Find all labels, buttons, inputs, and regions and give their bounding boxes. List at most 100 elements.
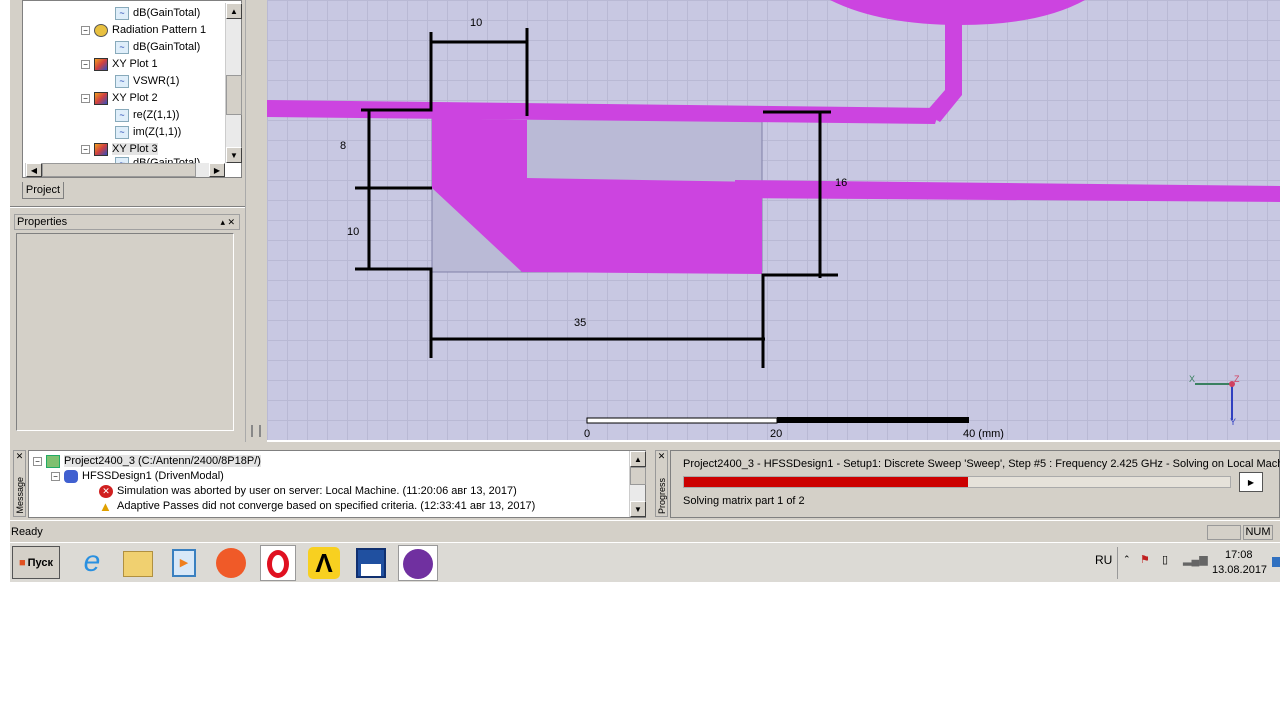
stop-button[interactable]: ▶ <box>1239 472 1263 492</box>
file-explorer-icon[interactable] <box>123 551 153 577</box>
project-tree[interactable]: ~ dB(GainTotal) − Radiation Pattern 1 ~ dB(… <box>22 0 242 178</box>
trace-icon: ~ <box>115 40 129 54</box>
model-drawing <box>267 0 1280 424</box>
xy-plot-icon <box>94 142 108 156</box>
scroll-down-button[interactable]: ▼ <box>630 501 646 517</box>
xy-plot-icon <box>94 57 108 71</box>
save-app-icon[interactable] <box>356 548 386 578</box>
media-center-icon[interactable] <box>216 548 246 578</box>
tree-item[interactable]: ~ dB(GainTotal) <box>115 39 200 55</box>
close-icon[interactable]: ✕ <box>656 451 667 462</box>
xy-plot-icon <box>94 91 108 105</box>
message-scrollbar[interactable]: ▲ ▼ <box>629 451 646 517</box>
tab-project[interactable]: Project <box>22 182 64 199</box>
hfss-taskbar-button[interactable] <box>398 545 438 581</box>
progress-title: Project2400_3 - HFSSDesign1 - Setup1: Di… <box>683 458 1280 470</box>
3d-modeler-viewport[interactable]: 10 8 10 16 35 0 20 40 (mm) X Z Y <box>267 0 1280 440</box>
scroll-thumb[interactable] <box>630 467 646 485</box>
collapse-icon[interactable]: − <box>81 144 90 154</box>
trace-icon: ~ <box>115 6 129 20</box>
axis-y-label: Y <box>1230 417 1237 427</box>
tree-item[interactable]: − XY Plot 2 <box>81 90 158 106</box>
opera-icon <box>267 550 289 578</box>
power-icon[interactable]: ▯ <box>1162 553 1168 566</box>
language-indicator[interactable]: RU <box>1095 553 1112 567</box>
tree-item[interactable]: ~ dB(GainTotal) <box>115 5 200 21</box>
clock-date[interactable]: 13.08.2017 <box>1212 564 1267 576</box>
message-design-item[interactable]: − HFSSDesign1 (DrivenModal) <box>51 468 224 484</box>
close-icon[interactable]: ▴ ✕ <box>220 215 235 229</box>
scale-bar-black <box>777 417 969 423</box>
splitter[interactable] <box>245 0 267 442</box>
tree-item[interactable]: − Radiation Pattern 1 <box>81 22 206 38</box>
axis-triad <box>1195 381 1235 420</box>
windows-logo-icon: ■ <box>18 556 26 569</box>
progress-fill <box>684 477 968 487</box>
opera-button[interactable] <box>260 545 296 581</box>
error-icon: ✕ <box>99 484 113 498</box>
status-bar: Ready NUM <box>10 520 1280 542</box>
message-warning[interactable]: ▲ Adaptive Passes did not converge based … <box>99 498 535 514</box>
dimension-label: 35 <box>574 317 587 329</box>
collapse-icon[interactable]: − <box>33 456 42 466</box>
warning-icon: ▲ <box>99 498 112 514</box>
properties-title: Properties <box>17 216 68 228</box>
scroll-thumb[interactable] <box>226 75 242 115</box>
start-button[interactable]: ■ Пуск <box>12 546 60 579</box>
status-text: Ready <box>11 526 43 538</box>
trace-icon: ~ <box>115 74 129 88</box>
trace-icon: ~ <box>115 108 129 122</box>
collapse-icon[interactable]: − <box>51 471 60 481</box>
progress-status: Solving matrix part 1 of 2 <box>683 495 805 507</box>
media-player-icon[interactable]: ▶ <box>172 549 196 577</box>
collapse-icon[interactable]: − <box>81 59 90 69</box>
collapse-icon[interactable]: − <box>81 25 90 35</box>
taskbar: ■ Пуск e ▶ Λ RU ⌃ ⚑ ▯ ▂▄▆ 17:08 13.08.201… <box>10 542 1280 582</box>
progress-bar <box>683 476 1231 488</box>
scroll-thumb[interactable] <box>42 163 196 177</box>
dimension-label: 8 <box>340 140 347 152</box>
close-icon[interactable]: ✕ <box>14 451 25 462</box>
grip-icon[interactable] <box>251 425 261 437</box>
tree-item[interactable]: − XY Plot 3 <box>81 141 158 157</box>
scroll-right-button[interactable]: ▶ <box>209 163 225 177</box>
message-error[interactable]: ✕ Simulation was aborted by user on serve… <box>99 483 517 499</box>
project-manager-pane: ~ dB(GainTotal) − Radiation Pattern 1 ~ dB(… <box>10 0 245 442</box>
tree-item[interactable]: ~ re(Z(1,1)) <box>115 107 179 123</box>
num-lock-indicator: NUM <box>1243 525 1273 540</box>
scroll-up-button[interactable]: ▲ <box>226 3 242 19</box>
output-line <box>735 180 1280 202</box>
message-tab-label: Message <box>15 477 25 514</box>
progress-dock-tab[interactable]: ✕ Progress <box>655 450 668 517</box>
dimension-label: 16 <box>835 177 848 189</box>
clock-time[interactable]: 17:08 <box>1225 549 1253 561</box>
project-icon <box>46 454 60 468</box>
scroll-up-button[interactable]: ▲ <box>630 451 646 467</box>
dimension-label: 10 <box>347 226 360 238</box>
collapse-icon[interactable]: − <box>81 93 90 103</box>
internet-explorer-icon[interactable]: e <box>76 547 108 579</box>
progress-tab-label: Progress <box>657 477 667 514</box>
axis-z-label: Z <box>1234 374 1240 384</box>
scroll-down-button[interactable]: ▼ <box>226 147 242 163</box>
tree-item[interactable]: − XY Plot 1 <box>81 56 158 72</box>
hfss-design-icon <box>64 469 78 483</box>
scroll-left-button[interactable]: ◀ <box>26 163 42 177</box>
tree-item[interactable]: ~ VSWR(1) <box>115 73 179 89</box>
trace-icon: ~ <box>115 125 129 139</box>
tree-vertical-scrollbar[interactable]: ▲ ▼ <box>225 3 242 163</box>
network-icon[interactable]: ▂▄▆ <box>1183 553 1208 566</box>
message-manager[interactable]: − Project2400_3 (C:/Antenn/2400/8P18P/) −… <box>28 450 646 518</box>
tree-horizontal-scrollbar[interactable]: ◀ ▶ <box>25 163 225 177</box>
yandex-icon[interactable]: Λ <box>308 547 340 579</box>
message-project-item[interactable]: − Project2400_3 (C:/Antenn/2400/8P18P/) <box>33 453 261 469</box>
tree-item[interactable]: ~ im(Z(1,1)) <box>115 124 181 140</box>
action-center-icon[interactable]: ⚑ <box>1140 553 1150 566</box>
hfss-icon <box>403 549 433 579</box>
message-dock-tab[interactable]: ✕ Message <box>13 450 26 517</box>
divider <box>1117 547 1118 579</box>
show-hidden-icons[interactable]: ⌃ <box>1123 554 1131 565</box>
dimension-label: 10 <box>470 17 483 29</box>
show-desktop-button[interactable] <box>1272 557 1280 567</box>
status-indicator <box>1207 525 1241 540</box>
